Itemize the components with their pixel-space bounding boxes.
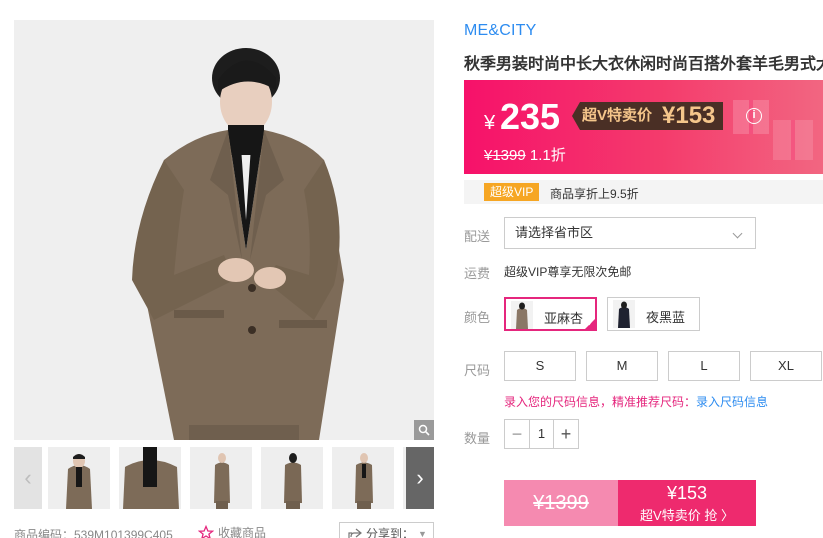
model-photo	[14, 20, 434, 440]
chevron-down-icon	[732, 228, 743, 239]
size-option-l[interactable]: L	[668, 351, 740, 381]
chevron-left-icon[interactable]: ‹	[14, 447, 42, 509]
chevron-right-icon[interactable]: ›	[406, 447, 434, 509]
vip-promo-bar: 超级VIP 商品享折上9.5折	[464, 180, 823, 204]
share-label: 分享到：	[366, 527, 415, 538]
shipping-text: 超级VIP尊享无限次免邮	[504, 265, 632, 279]
favorite-button[interactable]: 收藏商品	[198, 524, 266, 538]
product-title: 秋季男装时尚中长大衣休闲时尚百搭外套羊毛男式大	[464, 56, 823, 73]
color-name: 夜黑蓝	[646, 310, 686, 325]
thumbnail-strip: ‹ ›	[14, 447, 434, 509]
star-icon	[198, 524, 214, 538]
thumbnail[interactable]	[261, 447, 323, 509]
color-label: 颜色	[464, 310, 491, 325]
original-price-row: ¥1399 1.1折	[484, 144, 566, 165]
buy-action-label: 超V特卖价 抢 〉	[640, 508, 734, 523]
color-swatch	[511, 301, 533, 329]
size-option-xl[interactable]: XL	[750, 351, 822, 381]
size-option-m[interactable]: M	[586, 351, 658, 381]
thumbnail[interactable]	[48, 447, 110, 509]
quantity-stepper: − 1 +	[504, 419, 579, 449]
product-page: ‹ › 商品编码：539M101399C405 收藏商品 分享到： ▼ ME&C…	[0, 0, 823, 538]
color-option-linen-apricot[interactable]: 亚麻杏 ✓	[504, 297, 597, 331]
plus-button[interactable]: +	[554, 420, 578, 448]
currency-symbol: ¥	[484, 112, 496, 134]
buy-vip-action[interactable]: ¥153 超V特卖价 抢 〉	[618, 480, 756, 526]
thumbnail[interactable]	[332, 447, 394, 509]
color-swatch	[613, 300, 635, 328]
buy-original-price: ¥1399	[504, 480, 618, 526]
brand-link[interactable]: ME&CITY	[464, 22, 537, 40]
size-option-s[interactable]: S	[504, 351, 576, 381]
size-label: 尺码	[464, 363, 491, 378]
size-info-link[interactable]: 录入尺码信息	[696, 395, 768, 409]
thumbnail[interactable]	[190, 447, 252, 509]
quantity-label: 数量	[464, 431, 491, 446]
vip-promo-text: 商品享折上9.5折	[550, 187, 639, 201]
delivery-label: 配送	[464, 229, 491, 244]
magnifier-icon[interactable]	[414, 420, 434, 440]
chevron-down-icon: ▼	[418, 528, 427, 538]
buy-button[interactable]: ¥1399 ¥153 超V特卖价 抢 〉	[504, 480, 756, 526]
info-icon[interactable]: i	[746, 108, 762, 124]
quantity-value[interactable]: 1	[529, 420, 554, 448]
main-product-image[interactable]	[14, 20, 434, 440]
favorite-label: 收藏商品	[218, 526, 267, 538]
shipping-label: 运费	[464, 266, 491, 281]
product-code: 商品编码：539M101399C405	[14, 528, 173, 538]
gift-decoration	[733, 100, 813, 160]
product-meta: 商品编码：539M101399C405 收藏商品 分享到： ▼	[14, 522, 434, 538]
super-vip-badge: 超级VIP	[484, 183, 540, 201]
share-button[interactable]: 分享到： ▼	[339, 522, 434, 538]
color-option-night-navy[interactable]: 夜黑蓝	[607, 297, 700, 331]
buy-vip-price: ¥153	[666, 483, 708, 503]
share-icon	[348, 528, 362, 538]
check-icon: ✓	[587, 319, 594, 328]
vip-price-value: ¥153	[656, 102, 724, 130]
size-hint: 录入您的尺码信息，精准推荐尺码：录入尺码信息	[504, 393, 768, 410]
size-hint-text: 录入您的尺码信息，精准推荐尺码：	[504, 395, 697, 409]
price-panel: ¥ 235 超V特卖价 ¥153 i ¥1399 1.1折	[464, 80, 823, 174]
current-price: 235	[500, 96, 561, 137]
thumbnail[interactable]	[119, 447, 181, 509]
region-placeholder: 请选择省市区	[515, 225, 594, 240]
minus-button[interactable]: −	[505, 420, 529, 448]
vip-price-label: 超V特卖价	[572, 102, 657, 130]
original-price: ¥1399	[484, 147, 526, 164]
vip-price-tag: 超V特卖价 ¥153	[572, 100, 724, 132]
discount-rate: 1.1折	[529, 147, 566, 164]
region-select[interactable]: 请选择省市区	[504, 217, 756, 249]
color-name: 亚麻杏	[544, 311, 584, 326]
